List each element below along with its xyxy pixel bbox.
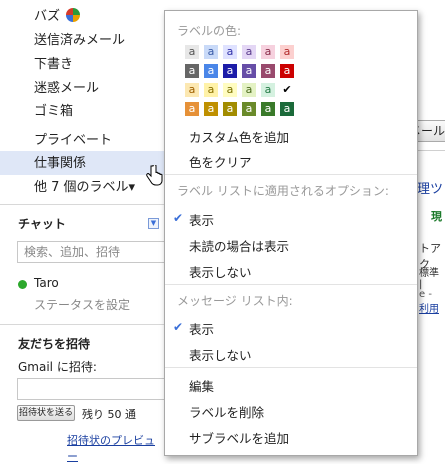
buzz-icon [66,8,81,22]
color-swatch[interactable]: a [185,83,199,97]
chat-title: チャット [18,217,66,231]
invites-remaining: 残り 50 通 [82,408,136,421]
bg-text-2: 現 [431,210,442,223]
hand-cursor-icon [146,165,163,186]
menu-separator [165,367,417,368]
sidebar-item-buzz[interactable]: バズ [34,6,81,28]
bg-text-5: e - 利用 [419,289,445,315]
color-swatch[interactable]: a [204,102,218,116]
color-swatch[interactable]: a [280,64,294,78]
sidebar-item-sent[interactable]: 送信済みメール [34,30,125,52]
bg-text-1: 理ツ [417,182,444,197]
add-sublabel[interactable]: サブラベルを追加 [189,428,289,447]
label-list-show-if-unread[interactable]: 未読の場合は表示 [189,236,289,255]
color-swatch[interactable]: a [223,83,237,97]
label-list-header: ラベル リストに適用されるオプション: [177,184,389,198]
color-swatch[interactable]: a [242,83,256,97]
color-swatch[interactable]: a [261,83,275,97]
invite-preview-link[interactable]: 招待状のプレビュー [67,432,165,464]
sidebar-item-more-labels[interactable]: 他 7 個のラベル▾ [34,177,135,199]
invite-label: Gmail に招待: [18,360,97,374]
label-color-header: ラベルの色: [177,24,242,38]
color-swatch[interactable]: a [242,45,256,59]
chat-dropdown-icon[interactable]: ▼ [148,218,159,229]
online-status-icon [18,280,27,289]
color-swatch[interactable]: a [185,102,199,116]
bg-link[interactable]: 利用 [419,304,439,315]
message-list-hide[interactable]: 表示しない [189,345,252,364]
delete-label[interactable]: ラベルを削除 [189,402,264,421]
check-icon: ✔ [173,320,184,334]
color-swatch[interactable]: a [223,102,237,116]
invite-email-input[interactable] [17,378,165,400]
label-list-show[interactable]: 表示 [189,210,214,229]
chat-search-input[interactable]: 検索、追加、招待 [17,241,165,263]
add-custom-color[interactable]: カスタム色を追加 [189,127,289,146]
menu-separator [165,284,417,285]
color-swatch[interactable]: ✔ [280,83,294,97]
divider [0,204,165,205]
edit-label[interactable]: 編集 [189,376,214,395]
sidebar-item-drafts[interactable]: 下書き [34,54,73,76]
sidebar-item-label: バズ [34,9,61,24]
set-status-link[interactable]: ステータスを設定 [34,296,130,313]
clear-color[interactable]: 色をクリア [189,152,252,171]
label-list-hide[interactable]: 表示しない [189,262,252,281]
invite-title: 友だちを招待 [18,337,91,351]
color-swatch[interactable]: a [185,45,199,59]
color-swatch[interactable]: a [223,64,237,78]
color-swatch[interactable]: a [261,64,275,78]
sidebar-item-work[interactable]: 仕事関係 [34,153,86,175]
menu-separator [165,174,417,175]
color-swatch[interactable]: a [242,102,256,116]
color-swatch[interactable]: a [204,83,218,97]
color-swatch[interactable]: a [280,45,294,59]
color-swatch[interactable]: a [185,64,199,78]
color-swatch[interactable]: a [280,102,294,116]
color-swatch[interactable]: a [242,64,256,78]
color-swatch[interactable]: a [204,64,218,78]
color-swatch[interactable]: a [261,45,275,59]
sidebar: バズ 送信済みメール 下書き 迷惑メール ゴミ箱 プライベート 仕事関係 他 7… [0,0,170,464]
check-icon: ✔ [173,211,184,225]
color-swatch-grid: a a a a a a a a a a a a a a a a a ✔ a a a a a a [185,45,305,125]
sidebar-item-spam[interactable]: 迷惑メール [34,78,99,100]
message-list-show[interactable]: 表示 [189,319,214,338]
color-swatch[interactable]: a [204,45,218,59]
bg-text-4: 標準 | [419,268,439,290]
bg-divider [417,150,445,151]
color-swatch[interactable]: a [261,102,275,116]
sidebar-item-private[interactable]: プライベート [34,130,112,152]
divider [0,324,165,325]
send-invite-button[interactable]: 招待状を送る [17,405,75,421]
sidebar-item-trash[interactable]: ゴミ箱 [34,101,73,123]
bg-text-5a: e - [419,289,432,300]
chat-user-name[interactable]: Taro [34,276,59,290]
message-list-header: メッセージ リスト内: [177,294,293,308]
color-swatch[interactable]: a [223,45,237,59]
label-options-menu: ラベルの色: a a a a a a a a a a a a a a a a a ✔ a a a a a a カスタム色を追加… [164,10,418,456]
